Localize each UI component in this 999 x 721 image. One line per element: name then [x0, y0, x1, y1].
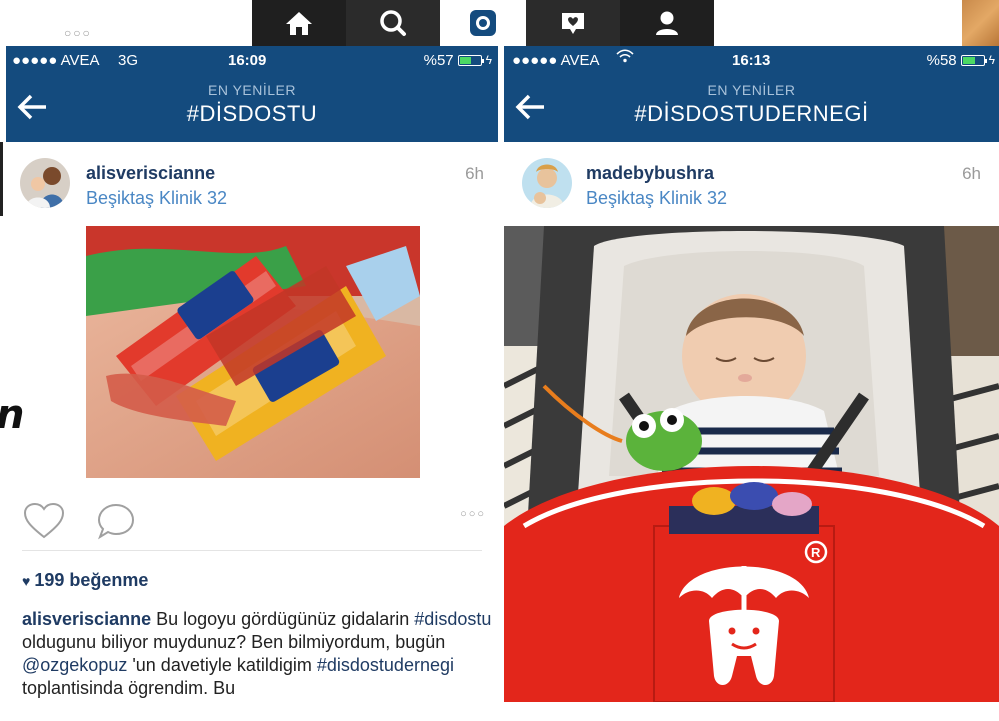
right-avatar[interactable]: [522, 158, 572, 208]
left-username[interactable]: alisveriscianne: [86, 163, 215, 184]
top-dots: ○○○: [64, 26, 92, 40]
right-post-header: madebybushra Beşiktaş Klinik 32 6h: [504, 142, 999, 226]
caption-text: oldugunu biliyor muydunuz? Ben bilmiyord…: [22, 632, 446, 652]
right-nav-bar: EN YENİLER #DİSDOSTUDERNEGİ: [504, 74, 999, 142]
right-battery-icon: [960, 54, 987, 66]
right-status-bar: ●●●●● AVEA 16:13 %58 ϟ: [504, 46, 999, 74]
cut-off-text-fragment: n: [0, 392, 24, 438]
right-charging-icon: ϟ: [988, 53, 995, 67]
likes-text: 199 beğenme: [34, 570, 149, 590]
wood-background-fragment: [962, 0, 999, 46]
actions-divider: [22, 550, 482, 551]
left-avatar[interactable]: [20, 158, 70, 208]
left-post-header: alisveriscianne Beşiktaş Klinik 32 6h: [6, 142, 498, 226]
right-post-photo[interactable]: R: [504, 226, 999, 702]
right-nav-subtitle: EN YENİLER: [707, 82, 796, 98]
search-icon: [380, 10, 406, 36]
left-battery-icon: [457, 54, 484, 66]
activity-icon: [562, 13, 584, 34]
camera-icon: [470, 10, 496, 36]
tab-home[interactable]: [252, 0, 346, 46]
tab-search[interactable]: [346, 0, 440, 46]
right-battery: %58 ϟ: [927, 52, 995, 69]
left-post-actions: ○○○: [22, 500, 486, 540]
top-tab-bar: [252, 0, 714, 46]
post-caption: alisveriscianne Bu logoyu gördügünüz gid…: [22, 608, 492, 700]
home-icon: [286, 12, 312, 35]
tab-profile[interactable]: [620, 0, 714, 46]
tab-activity[interactable]: [526, 0, 620, 46]
more-options-button[interactable]: ○○○: [460, 508, 486, 520]
caption-tag[interactable]: @ozgekopuz: [22, 655, 127, 675]
left-nav-subtitle: EN YENİLER: [208, 82, 296, 98]
right-post-time: 6h: [962, 164, 981, 183]
left-battery: %57 ϟ: [424, 52, 492, 69]
caption-tag[interactable]: #disdostu: [414, 609, 491, 629]
registered-mark: R: [811, 545, 821, 560]
caption-text: 'un davetiyle katildigim: [127, 655, 317, 675]
comment-bubble-icon[interactable]: [96, 502, 136, 540]
caption-text: Bu logoyu gördügünüz gidalarin: [151, 609, 415, 629]
like-heart-icon[interactable]: [22, 502, 66, 540]
wifi-icon: [616, 49, 634, 67]
left-post-time: 6h: [465, 164, 484, 183]
tab-camera[interactable]: [440, 0, 526, 46]
left-post-photo[interactable]: [86, 226, 420, 478]
small-heart-icon: ♥: [22, 573, 31, 589]
edge-fragment: [0, 142, 3, 216]
right-nav-title: #DİSDOSTUDERNEGİ: [634, 101, 869, 126]
left-battery-fill: [459, 56, 471, 64]
right-clock: 16:13: [732, 51, 771, 69]
likes-count[interactable]: ♥ 199 beğenme: [22, 570, 148, 591]
left-network: 3G: [118, 51, 139, 69]
right-username[interactable]: madebybushra: [586, 163, 714, 184]
left-battery-text: %57: [423, 51, 454, 69]
left-charging-icon: ϟ: [485, 53, 492, 67]
left-status-bar: ●●●●● AVEA 3G 16:09 %57 ϟ: [6, 46, 498, 74]
caption-tag[interactable]: #disdostudernegi: [317, 655, 454, 675]
right-location[interactable]: Beşiktaş Klinik 32: [586, 188, 727, 209]
left-carrier: ●●●●● AVEA: [12, 51, 100, 69]
right-battery-text: %58: [926, 51, 957, 69]
caption-username[interactable]: alisveriscianne: [22, 609, 151, 629]
left-nav-title: #DİSDOSTU: [186, 101, 318, 126]
left-clock: 16:09: [228, 51, 267, 69]
profile-icon: [656, 11, 678, 35]
left-nav-bar: EN YENİLER #DİSDOSTU: [6, 74, 498, 142]
right-battery-fill: [962, 56, 975, 64]
right-carrier: ●●●●● AVEA: [512, 51, 600, 69]
left-location[interactable]: Beşiktaş Klinik 32: [86, 188, 227, 209]
caption-text: toplantisinda ögrendim. Bu: [22, 678, 236, 698]
